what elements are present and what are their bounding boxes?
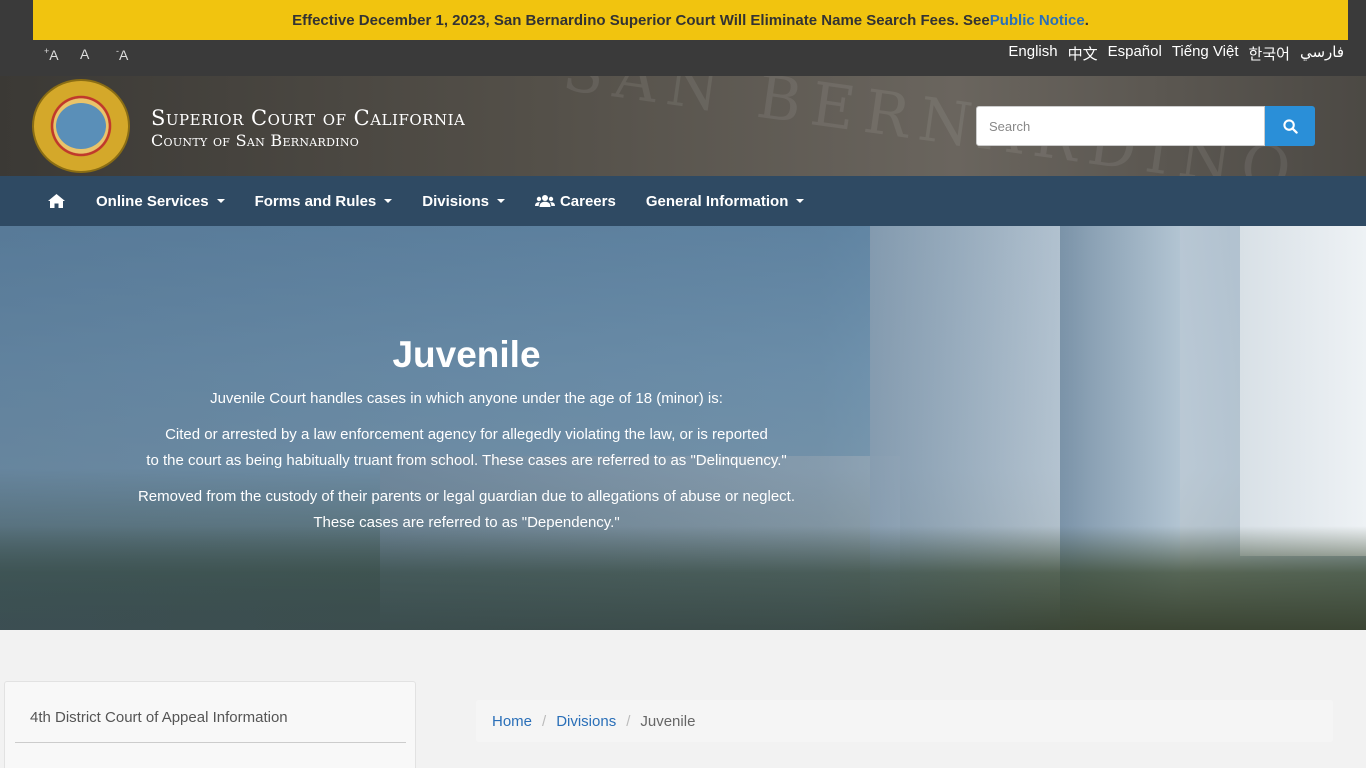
nav-careers[interactable]: Careers <box>534 192 616 210</box>
breadcrumb: Home / Divisions / Juvenile <box>476 700 1333 742</box>
page-title: Juvenile <box>392 334 541 375</box>
sidebar-item-court-of-appeal[interactable]: 4th District Court of Appeal Information <box>30 709 288 726</box>
announcement-text: Effective December 1, 2023, San Bernardi… <box>292 11 990 29</box>
breadcrumb-current: Juvenile <box>640 712 696 730</box>
court-seal-logo[interactable] <box>32 79 130 173</box>
search-input[interactable] <box>976 106 1265 146</box>
nav-general-information[interactable]: General Information <box>646 193 805 210</box>
font-size-controls: +A A -A <box>44 46 152 63</box>
breadcrumb-home[interactable]: Home <box>492 713 532 730</box>
announcement-banner: Effective December 1, 2023, San Bernardi… <box>33 0 1348 40</box>
nav-forms-and-rules-label: Forms and Rules <box>254 192 377 210</box>
public-notice-link[interactable]: Public Notice <box>990 12 1085 29</box>
seal-center <box>56 103 106 149</box>
lang-chinese[interactable]: 中文 <box>1068 43 1098 64</box>
site-title[interactable]: Superior Court of California County of S… <box>151 106 465 150</box>
hero-delinquency-line-2: to the court as being habitually truant … <box>146 452 787 469</box>
hero-intro: Juvenile Court handles cases in which an… <box>210 390 723 407</box>
hero-dependency-text: Removed from the custody of their parent… <box>100 484 833 536</box>
search-icon <box>1282 118 1298 134</box>
main-navigation: Online Services Forms and Rules Division… <box>0 176 1366 226</box>
nav-general-information-label: General Information <box>645 192 789 210</box>
hero-dependency-line-2: These cases are referred to as "Dependen… <box>313 514 620 531</box>
lang-korean[interactable]: 한국어 <box>1249 43 1290 64</box>
font-normal-button[interactable]: A <box>80 46 116 63</box>
hero-content: Juvenile Juvenile Court handles cases in… <box>100 334 833 546</box>
chevron-down-icon <box>216 199 225 203</box>
nav-online-services[interactable]: Online Services <box>96 193 225 210</box>
nav-careers-label: Careers <box>559 192 616 210</box>
hero-dependency-line-1: Removed from the custody of their parent… <box>137 488 796 505</box>
breadcrumb-separator: / <box>542 712 547 730</box>
nav-home[interactable] <box>47 193 66 209</box>
lang-farsi[interactable]: فارسي <box>1300 43 1344 64</box>
sidebar-menu: 4th District Court of Appeal Information <box>4 681 416 768</box>
chevron-down-icon <box>496 199 505 203</box>
font-increase-button[interactable]: +A <box>44 46 80 63</box>
language-selector: English 中文 Español Tiếng Việt 한국어 فارسي <box>1008 43 1344 64</box>
search-button[interactable] <box>1265 106 1315 146</box>
nav-divisions-label: Divisions <box>422 192 489 210</box>
nav-forms-and-rules[interactable]: Forms and Rules <box>255 193 393 210</box>
search-bar <box>976 106 1315 146</box>
chevron-down-icon <box>796 199 805 203</box>
lang-vietnamese[interactable]: Tiếng Việt <box>1172 43 1239 64</box>
hero-banner: Juvenile Juvenile Court handles cases in… <box>0 226 1366 630</box>
announcement-end: . <box>1084 11 1089 29</box>
hero-delinquency-line-1: Cited or arrested by a law enforcement a… <box>165 426 768 443</box>
nav-online-services-label: Online Services <box>96 192 209 210</box>
site-title-sub: County of San Bernardino <box>151 131 360 150</box>
hero-delinquency-text: Cited or arrested by a law enforcement a… <box>100 422 833 474</box>
breadcrumb-separator: / <box>626 712 631 730</box>
users-icon <box>534 195 555 207</box>
breadcrumb-divisions[interactable]: Divisions <box>556 713 616 730</box>
home-icon <box>48 194 65 208</box>
sidebar-divider <box>15 742 406 743</box>
font-decrease-button[interactable]: -A <box>116 46 152 63</box>
lang-english[interactable]: English <box>1008 43 1057 64</box>
site-title-main: Superior Court of California <box>151 106 466 130</box>
site-header: SAN BERNARDINO Superior Court of Califor… <box>0 76 1366 176</box>
nav-divisions[interactable]: Divisions <box>422 193 505 210</box>
chevron-down-icon <box>384 199 393 203</box>
lang-spanish[interactable]: Español <box>1108 43 1162 64</box>
